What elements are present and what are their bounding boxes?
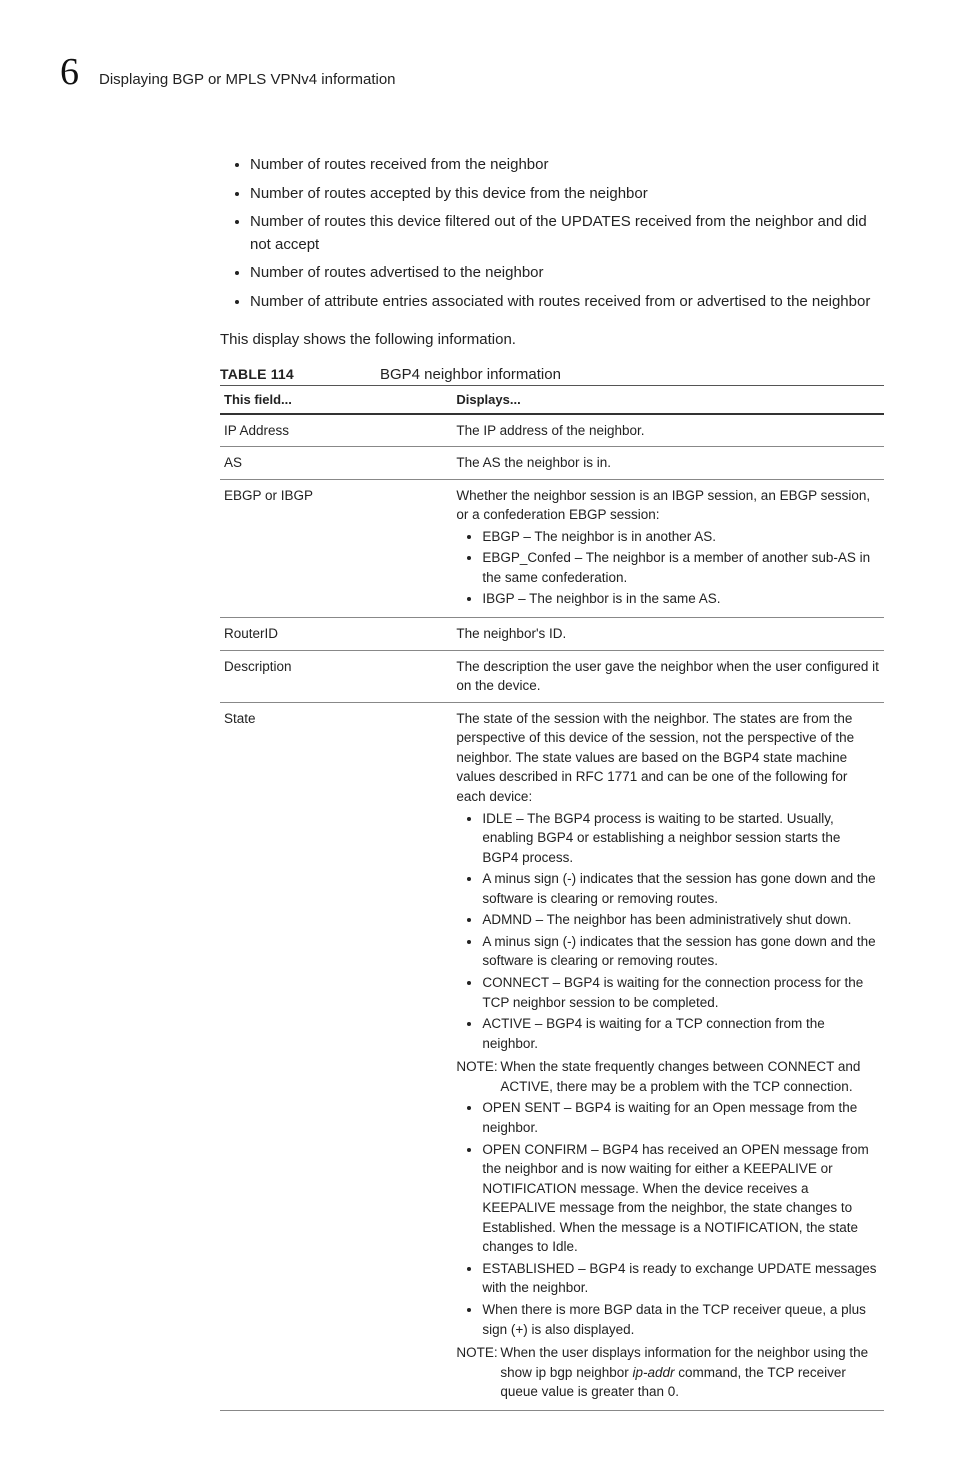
list-item: EBGP – The neighbor is in another AS. [482, 527, 880, 547]
list-item: ACTIVE – BGP4 is waiting for a TCP conne… [482, 1014, 880, 1053]
cell-displays: Whether the neighbor session is an IBGP … [452, 479, 884, 617]
table-row: State The state of the session with the … [220, 702, 884, 1410]
column-header-field: This field... [220, 386, 452, 414]
list-item: EBGP_Confed – The neighbor is a member o… [482, 548, 880, 587]
cell-field: Description [220, 650, 452, 702]
table-row: EBGP or IBGP Whether the neighbor sessio… [220, 479, 884, 617]
cell-displays: The description the user gave the neighb… [452, 650, 884, 702]
list-item: Number of attribute entries associated w… [250, 291, 884, 314]
list-item: A minus sign (-) indicates that the sess… [482, 869, 880, 908]
list-item: Number of routes accepted by this device… [250, 183, 884, 206]
cell-field: RouterID [220, 618, 452, 651]
intro-bullet-list: Number of routes received from the neigh… [220, 154, 884, 313]
list-item: Number of routes advertised to the neigh… [250, 262, 884, 285]
table-caption: TABLE 114 BGP4 neighbor information [220, 366, 884, 386]
list-item: A minus sign (-) indicates that the sess… [482, 932, 880, 971]
table-title: BGP4 neighbor information [380, 366, 561, 383]
note-block: NOTE: When the state frequently changes … [456, 1057, 880, 1096]
page-header: 6 Displaying BGP or MPLS VPNv4 informati… [60, 50, 884, 94]
cell-displays: The IP address of the neighbor. [452, 414, 884, 447]
cell-displays: The neighbor's ID. [452, 618, 884, 651]
note-text: When the state frequently changes betwee… [500, 1057, 880, 1096]
list-item: IBGP – The neighbor is in the same AS. [482, 589, 880, 609]
column-header-displays: Displays... [452, 386, 884, 414]
note-block: NOTE: When the user displays information… [456, 1343, 880, 1402]
table-header-row: This field... Displays... [220, 386, 884, 414]
page-content: Number of routes received from the neigh… [220, 154, 884, 1411]
page: 6 Displaying BGP or MPLS VPNv4 informati… [0, 0, 954, 1471]
cell-field: AS [220, 447, 452, 480]
cell-field: EBGP or IBGP [220, 479, 452, 617]
list-item: ADMND – The neighbor has been administra… [482, 910, 880, 930]
inner-list: EBGP – The neighbor is in another AS. EB… [456, 527, 880, 609]
cell-text: Whether the neighbor session is an IBGP … [456, 488, 870, 523]
chapter-number: 6 [60, 50, 79, 94]
inner-list: OPEN SENT – BGP4 is waiting for an Open … [456, 1098, 880, 1339]
list-item: IDLE – The BGP4 process is waiting to be… [482, 809, 880, 868]
cell-text: The state of the session with the neighb… [456, 711, 854, 804]
list-item: OPEN SENT – BGP4 is waiting for an Open … [482, 1098, 880, 1137]
note-label: NOTE: [456, 1343, 500, 1402]
cell-field: State [220, 702, 452, 1410]
table-row: AS The AS the neighbor is in. [220, 447, 884, 480]
table-row: RouterID The neighbor's ID. [220, 618, 884, 651]
table-label: TABLE 114 [220, 366, 380, 382]
list-item: CONNECT – BGP4 is waiting for the connec… [482, 973, 880, 1012]
cell-displays: The AS the neighbor is in. [452, 447, 884, 480]
note-label: NOTE: [456, 1057, 500, 1096]
table-row: IP Address The IP address of the neighbo… [220, 414, 884, 447]
note-text: When the user displays information for t… [500, 1343, 880, 1402]
table-row: Description The description the user gav… [220, 650, 884, 702]
list-item: When there is more BGP data in the TCP r… [482, 1300, 880, 1339]
list-item: Number of routes received from the neigh… [250, 154, 884, 177]
section-title: Displaying BGP or MPLS VPNv4 information [99, 71, 396, 88]
cell-field: IP Address [220, 414, 452, 447]
inner-list: IDLE – The BGP4 process is waiting to be… [456, 809, 880, 1054]
neighbor-info-table: This field... Displays... IP Address The… [220, 386, 884, 1411]
note-text-emph: ip-addr [632, 1365, 674, 1380]
list-item: ESTABLISHED – BGP4 is ready to exchange … [482, 1259, 880, 1298]
cell-displays: The state of the session with the neighb… [452, 702, 884, 1410]
list-item: OPEN CONFIRM – BGP4 has received an OPEN… [482, 1140, 880, 1257]
intro-paragraph: This display shows the following informa… [220, 329, 884, 352]
list-item: Number of routes this device filtered ou… [250, 211, 884, 256]
